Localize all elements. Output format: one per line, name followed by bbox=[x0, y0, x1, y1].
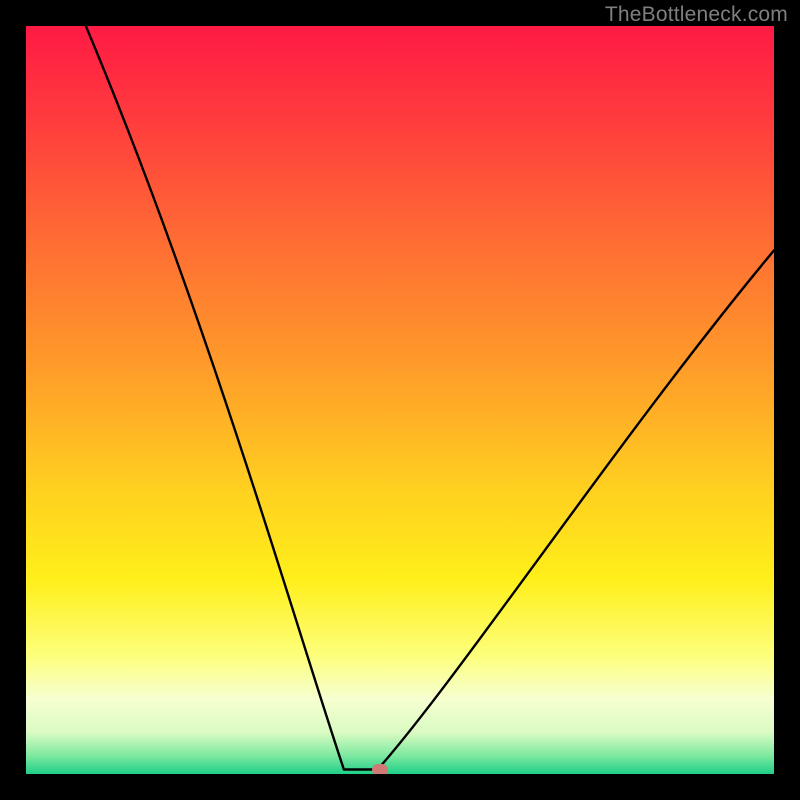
watermark-text: TheBottleneck.com bbox=[605, 3, 788, 27]
chart-frame: TheBottleneck.com bbox=[0, 0, 800, 800]
bottleneck-curve bbox=[86, 26, 774, 770]
curve-layer bbox=[26, 26, 774, 774]
plot-area bbox=[26, 26, 774, 774]
optimum-marker bbox=[372, 764, 388, 775]
